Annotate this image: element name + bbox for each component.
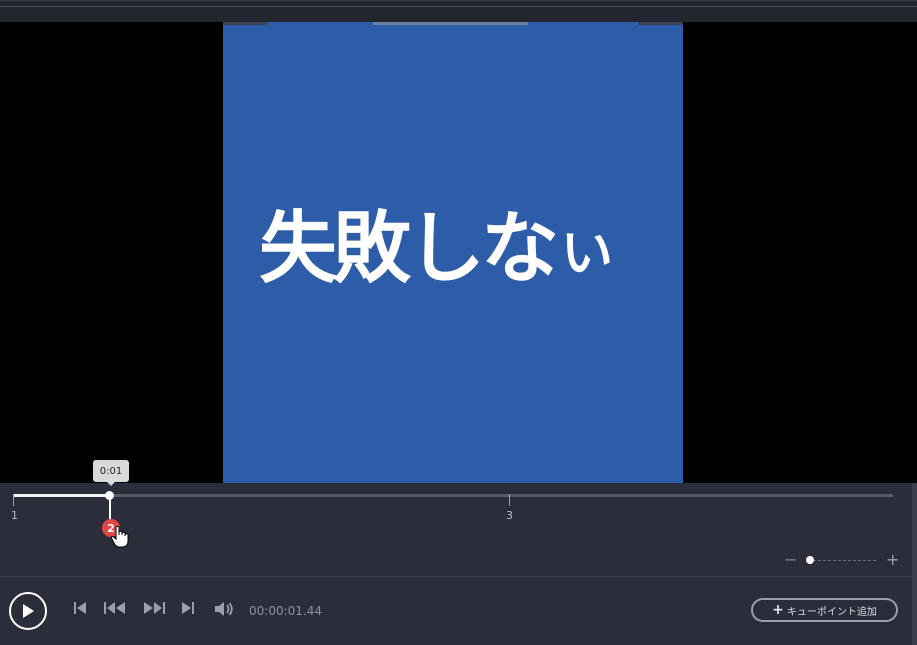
playhead-handle[interactable] (105, 491, 115, 500)
rewind-icon[interactable] (104, 601, 126, 615)
zoom-out-button[interactable]: − (784, 551, 797, 569)
timeline-track[interactable] (13, 494, 893, 497)
add-cue-point-button[interactable]: + キューポイント追加 (751, 598, 898, 622)
ruler-label-3: 3 (506, 509, 513, 522)
playback-controls: 00:00:01.44 + キューポイント追加 (0, 576, 912, 645)
ruler-tick (13, 494, 14, 506)
caption-main: 失敗しな (259, 204, 559, 294)
vertical-scrollbar[interactable] (912, 483, 917, 645)
frame-edge-center (373, 22, 528, 25)
skip-to-start-icon[interactable] (73, 601, 87, 615)
caption-small: い (561, 224, 614, 284)
video-preview-area: 失敗しない (0, 22, 917, 483)
top-bar (0, 0, 917, 22)
fast-forward-icon[interactable] (143, 601, 165, 615)
hand-cursor-icon (110, 525, 129, 548)
playhead-time-tooltip: 0:01 (93, 460, 129, 486)
zoom-slider-handle[interactable] (806, 556, 814, 564)
ruler-tick (509, 494, 510, 506)
zoom-in-button[interactable]: + (886, 551, 899, 569)
zoom-slider-track[interactable] (808, 560, 876, 561)
play-icon (23, 604, 34, 618)
frame-edge-right (638, 22, 683, 25)
ruler-label-1: 1 (11, 509, 18, 522)
zoom-control: − + (784, 551, 904, 569)
frame-edge-left (223, 22, 267, 25)
timeline[interactable]: 1 3 (0, 483, 912, 576)
video-frame: 失敗しない (223, 22, 683, 483)
plus-icon: + (772, 602, 784, 618)
timeline-progress (13, 494, 110, 497)
video-caption: 失敗しない (259, 210, 613, 288)
play-button[interactable] (9, 592, 47, 630)
skip-to-end-icon[interactable] (181, 601, 195, 615)
current-timecode: 00:00:01.44 (249, 604, 322, 618)
add-cue-point-label: キューポイント追加 (786, 606, 877, 618)
volume-icon[interactable] (214, 601, 234, 617)
